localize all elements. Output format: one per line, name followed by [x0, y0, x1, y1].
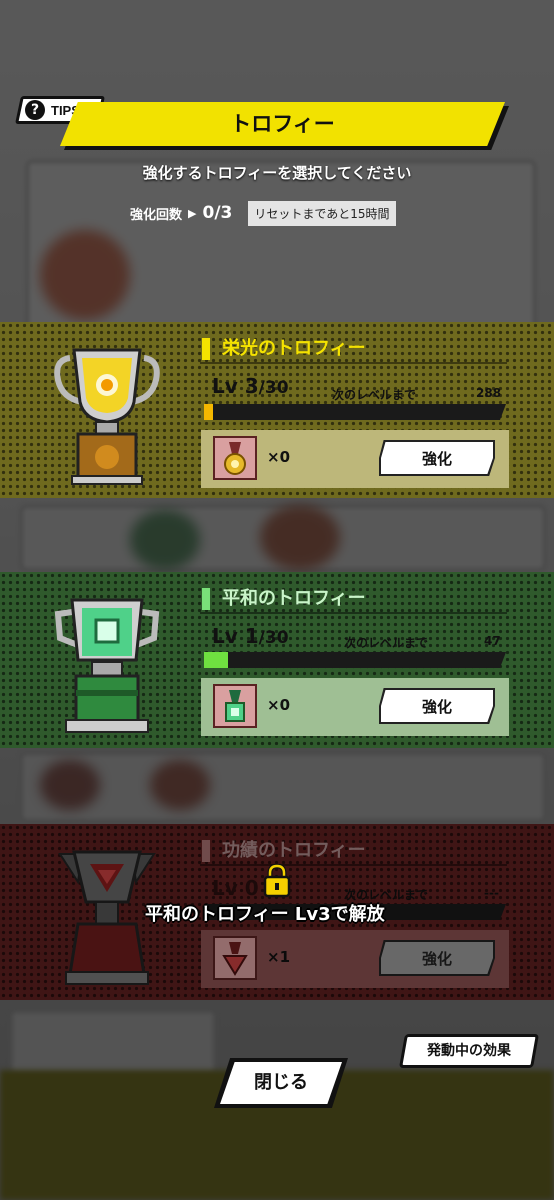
level-progress-bar: [204, 652, 506, 668]
question-icon: ?: [25, 100, 45, 120]
upgrade-button[interactable]: 強化: [381, 690, 493, 722]
unlock-condition-text: 平和のトロフィー Lv3で解放: [145, 904, 385, 925]
trophy-name: 平和のトロフィー: [222, 588, 366, 609]
medal-item: [213, 436, 257, 480]
level-prefix: Lv: [212, 624, 245, 648]
next-level-exp: 47: [484, 634, 501, 648]
next-level-exp: 288: [476, 386, 502, 400]
upgrade-count-value: 0/3: [202, 203, 233, 223]
upgrade-count-label: 強化回数: [130, 207, 183, 223]
reset-timer: リセットまであと15時間: [248, 200, 396, 226]
level-progress-fill: [204, 404, 214, 420]
name-accent-mark: [202, 338, 210, 360]
level-current: 3: [244, 374, 259, 398]
gold-medal-icon: [224, 442, 246, 475]
next-level-label: 次のレベルまで: [344, 636, 429, 650]
next-level-label: 次のレベルまで: [332, 388, 417, 402]
trophy-level: Lv 3/30: [212, 374, 289, 398]
level-max: /30: [258, 628, 289, 648]
level-progress-fill: [204, 652, 229, 668]
triangle-right-icon: ▶: [188, 206, 197, 220]
active-effects-label: 発動中の効果: [427, 1043, 511, 1059]
glory-trophy-icon: [54, 348, 160, 485]
green-medal-icon: [225, 690, 245, 722]
upgrade-button[interactable]: 強化: [381, 442, 493, 474]
level-max: /30: [258, 378, 289, 398]
trophy-name: 栄光のトロフィー: [222, 338, 366, 359]
lock-icon: [263, 864, 291, 898]
peace-trophy-icon: [54, 598, 160, 733]
instruction-text: 強化するトロフィーを選択してください: [142, 164, 412, 182]
trophy-level: Lv 1/30: [212, 624, 289, 648]
level-prefix: Lv: [212, 374, 245, 398]
name-accent-mark: [202, 588, 210, 610]
medal-item: [213, 684, 257, 728]
trophy-name-bar: 栄光のトロフィー: [200, 336, 507, 364]
close-button[interactable]: 閉じる: [220, 1062, 342, 1104]
item-row: ×0 強化: [201, 430, 509, 488]
active-effects-button[interactable]: 発動中の効果: [399, 1034, 539, 1068]
item-quantity: ×0: [267, 696, 291, 714]
level-current: 1: [244, 624, 259, 648]
trophy-card-peace[interactable]: 平和のトロフィー Lv 1/30 次のレベルまで 47 ×0 強化: [0, 572, 554, 748]
trophy-name-bar: 平和のトロフィー: [200, 586, 507, 614]
item-quantity: ×0: [267, 448, 291, 466]
trophy-card-glory[interactable]: 栄光のトロフィー Lv 3/30 次のレベルまで 288 ×0 強化: [0, 322, 554, 498]
page-title: トロフィー: [230, 112, 335, 136]
item-row: ×0 強化: [201, 678, 509, 736]
level-progress-bar: [204, 404, 506, 420]
upgrade-count-row: 強化回数 ▶ 0/3 リセットまであと15時間: [130, 200, 396, 226]
